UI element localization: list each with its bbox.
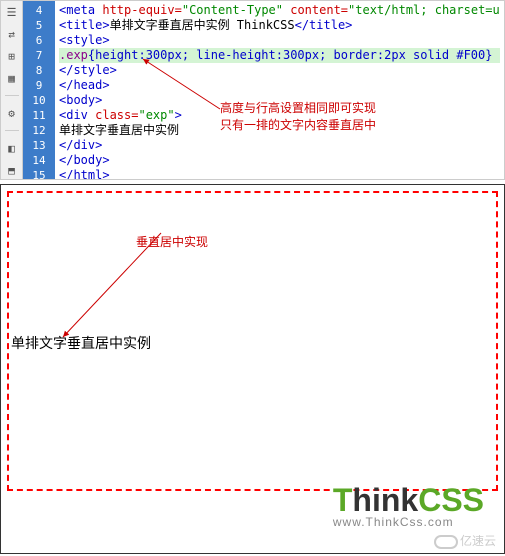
code-line: </style>	[59, 63, 500, 78]
example-box: 单排文字垂直居中实例	[7, 191, 498, 491]
code-line: <title>单排文字垂直居中实例 ThinkCSS</title>	[59, 18, 500, 33]
tool-icon-7[interactable]: ⬒	[5, 163, 19, 177]
tool-icon-6[interactable]: ◧	[5, 141, 19, 155]
line-number: 9	[23, 78, 55, 93]
tool-icon-5[interactable]: ⚙	[5, 106, 19, 120]
toolbar-separator	[5, 95, 19, 96]
tool-icon-4[interactable]: ▦	[5, 71, 19, 85]
code-editor: ☰ ⇄ ⊞ ▦ ⚙ ◧ ⬒ 4 5 6 7 8 9 10 11 12 13 14…	[0, 0, 505, 180]
line-number: 8	[23, 63, 55, 78]
code-line: </head>	[59, 78, 500, 93]
line-number: 4	[23, 3, 55, 18]
tool-icon-1[interactable]: ☰	[5, 5, 19, 19]
line-number-gutter: 4 5 6 7 8 9 10 11 12 13 14 15	[23, 1, 55, 179]
line-number: 11	[23, 108, 55, 123]
brand-logo: ThinkCSS www.ThinkCss.com	[333, 482, 484, 529]
watermark: 亿速云	[434, 532, 496, 549]
line-number: 7	[23, 48, 55, 63]
line-number: 10	[23, 93, 55, 108]
line-number: 14	[23, 153, 55, 168]
code-line: </html>	[59, 168, 500, 179]
code-line: </div>	[59, 138, 500, 153]
example-text: 单排文字垂直居中实例	[11, 335, 151, 351]
toolbar-separator	[5, 130, 19, 131]
tool-icon-3[interactable]: ⊞	[5, 49, 19, 63]
annotation-text-2: 垂直居中实现	[136, 233, 208, 250]
line-number: 6	[23, 33, 55, 48]
line-number: 12	[23, 123, 55, 138]
line-number: 5	[23, 18, 55, 33]
preview-pane: 单排文字垂直居中实例 垂直居中实现 ThinkCSS www.ThinkCss.…	[0, 184, 505, 554]
code-line: <meta http-equiv="Content-Type" content=…	[59, 3, 500, 18]
code-line: <style>	[59, 33, 500, 48]
line-number: 13	[23, 138, 55, 153]
tool-icon-2[interactable]: ⇄	[5, 27, 19, 41]
annotation-text-1: 高度与行高设置相同即可实现 只有一排的文字内容垂直居中	[220, 99, 376, 133]
cloud-icon	[434, 535, 458, 549]
line-number: 15	[23, 168, 55, 183]
code-content[interactable]: <meta http-equiv="Content-Type" content=…	[55, 1, 504, 179]
code-line-highlighted: .exp{height:300px; line-height:300px; bo…	[59, 48, 500, 63]
code-line: </body>	[59, 153, 500, 168]
editor-toolbar: ☰ ⇄ ⊞ ▦ ⚙ ◧ ⬒	[1, 1, 23, 179]
